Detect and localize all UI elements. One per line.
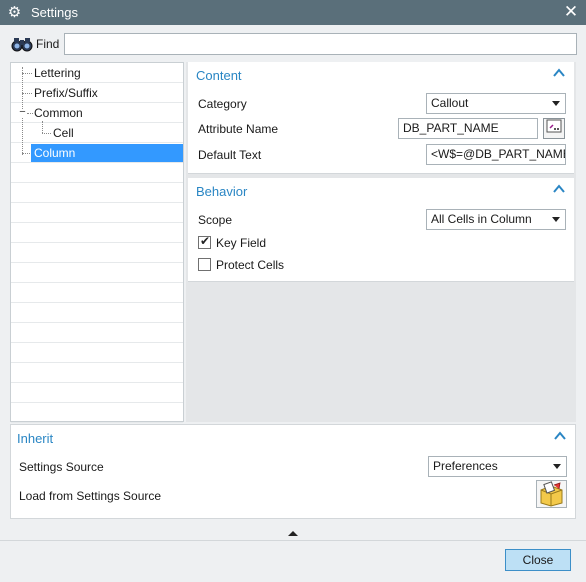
tree-row xyxy=(11,403,183,423)
tree-item-common[interactable]: Common xyxy=(31,104,86,122)
window-title: Settings xyxy=(31,5,78,20)
tree-row xyxy=(11,223,183,243)
content-heading: Content xyxy=(196,68,242,83)
tree-row xyxy=(11,203,183,223)
attribute-name-label: Attribute Name xyxy=(198,122,279,136)
close-icon[interactable]: ✕ xyxy=(562,2,580,22)
settings-source-label: Settings Source xyxy=(19,460,104,474)
checkmark-icon: ✔ xyxy=(200,234,211,248)
dropdown-arrow-icon xyxy=(552,217,560,222)
behavior-section: Behavior Scope All Cells in Column ✔ Key… xyxy=(188,178,574,282)
content-section: Content Category Callout Attribute Name … xyxy=(188,62,574,174)
chevron-up-icon[interactable] xyxy=(552,66,566,80)
gear-icon: ⚙ xyxy=(7,4,22,21)
find-label: Find xyxy=(36,37,60,51)
default-text-label: Default Text xyxy=(198,148,262,162)
tree-row xyxy=(11,283,183,303)
tree-item-column[interactable]: Column xyxy=(31,144,183,162)
scope-value: All Cells in Column xyxy=(431,212,532,226)
tree-row xyxy=(11,123,183,143)
behavior-heading: Behavior xyxy=(196,184,248,199)
inherit-heading: Inherit xyxy=(17,431,54,446)
find-input[interactable] xyxy=(64,33,577,55)
attribute-browse-button[interactable] xyxy=(543,118,565,139)
protect-cells-label: Protect Cells xyxy=(216,258,285,272)
close-button[interactable]: Close xyxy=(505,549,571,571)
tree-row xyxy=(11,263,183,283)
tree-row xyxy=(11,363,183,383)
tree-item-cell[interactable]: Cell xyxy=(50,124,77,142)
tree-row xyxy=(11,243,183,263)
key-field-checkbox[interactable]: ✔ xyxy=(198,234,211,249)
binoculars-icon xyxy=(11,38,33,52)
attribute-name-field[interactable]: DB_PART_NAME xyxy=(398,118,538,139)
key-field-label: Key Field xyxy=(216,236,267,250)
load-from-source-label: Load from Settings Source xyxy=(19,489,162,503)
collapse-icon[interactable]: − xyxy=(18,107,27,118)
find-bar: Find xyxy=(0,25,586,61)
footer-divider xyxy=(0,540,586,541)
tree-row xyxy=(11,343,183,363)
chevron-up-icon[interactable] xyxy=(552,182,566,196)
chevron-up-icon[interactable] xyxy=(553,429,567,443)
load-settings-icon xyxy=(540,481,563,507)
browse-icon xyxy=(546,119,562,133)
settings-source-dropdown[interactable]: Preferences xyxy=(428,456,567,477)
tree-item-lettering[interactable]: Lettering xyxy=(31,64,84,82)
tree-row xyxy=(11,303,183,323)
category-label: Category xyxy=(198,97,247,111)
default-text-field[interactable]: <W$=@DB_PART_NAME xyxy=(426,144,566,165)
tree-row xyxy=(11,383,183,403)
protect-cells-checkbox[interactable] xyxy=(198,258,211,271)
collapse-arrow-icon[interactable] xyxy=(288,531,298,536)
inherit-section: Inherit Settings Source Preferences Load… xyxy=(10,424,576,519)
tree-item-prefix-suffix[interactable]: Prefix/Suffix xyxy=(31,84,101,102)
tree-row xyxy=(11,323,183,343)
title-bar: ⚙ Settings ✕ xyxy=(0,0,586,25)
load-settings-button[interactable] xyxy=(536,480,567,508)
settings-source-value: Preferences xyxy=(433,459,498,473)
settings-tree: − Lettering Prefix/Suffix Common Cell Co… xyxy=(10,62,184,423)
dropdown-arrow-icon xyxy=(553,464,561,469)
scope-dropdown[interactable]: All Cells in Column xyxy=(426,209,566,230)
dropdown-arrow-icon xyxy=(552,101,560,106)
tree-row xyxy=(11,163,183,183)
category-value: Callout xyxy=(431,96,469,110)
scope-label: Scope xyxy=(198,213,233,227)
tree-row xyxy=(11,183,183,203)
category-dropdown[interactable]: Callout xyxy=(426,93,566,114)
tree-connector xyxy=(42,121,43,133)
properties-panel: Content Category Callout Attribute Name … xyxy=(186,62,576,422)
